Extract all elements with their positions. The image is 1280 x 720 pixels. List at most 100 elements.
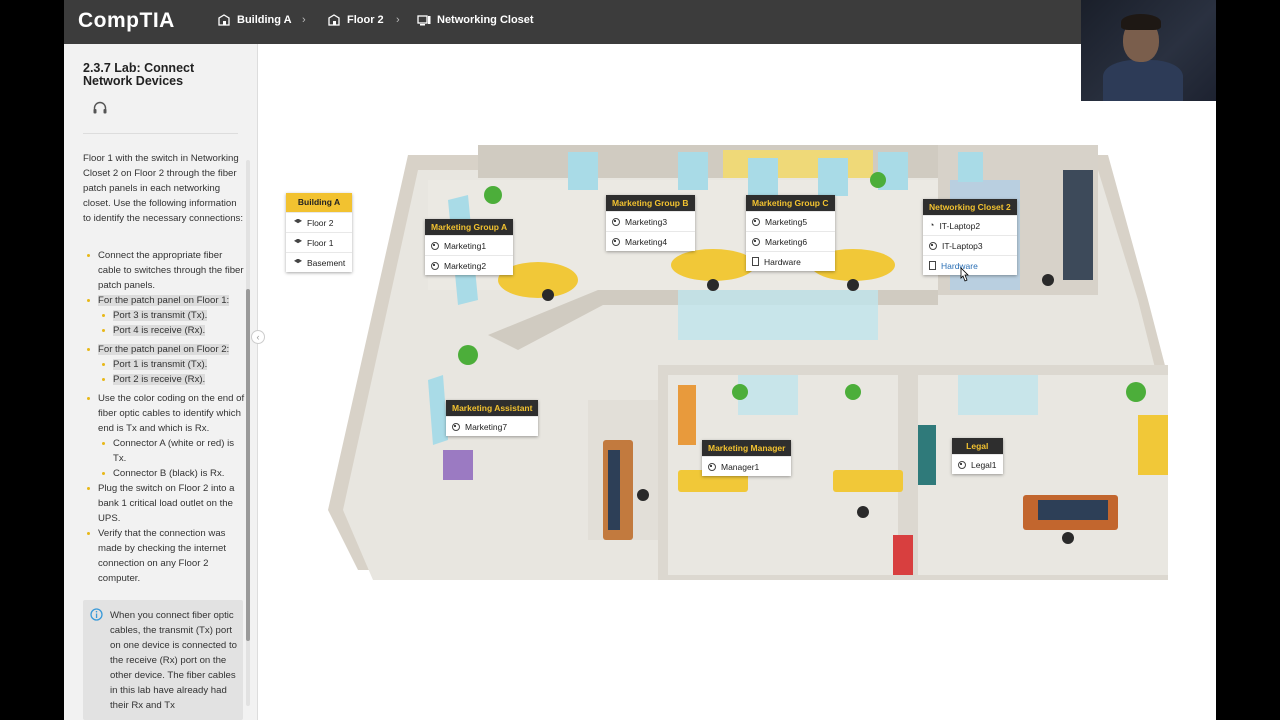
desk-top — [1038, 500, 1108, 520]
device-marketing1[interactable]: Marketing1 — [425, 235, 514, 255]
desk-panel — [608, 450, 620, 530]
computer-icon — [417, 14, 431, 25]
step-text: Port 3 is transmit (Tx). — [113, 310, 208, 321]
window — [748, 158, 778, 196]
floor-item-basement[interactable]: Basement — [286, 252, 352, 272]
list-item: Port 2 is receive (Rx). — [98, 372, 245, 387]
room-card-marketing-group-c: Marketing Group C Marketing5 Marketing6 … — [746, 195, 835, 271]
room-title: Marketing Manager — [702, 440, 792, 456]
computer-icon — [452, 422, 460, 431]
device-label: IT-Laptop3 — [942, 240, 983, 251]
device-label: Marketing4 — [625, 236, 668, 247]
floor-plan — [328, 145, 1168, 580]
device-label: Marketing5 — [765, 216, 808, 227]
plant-icon — [732, 384, 748, 400]
device-marketing7[interactable]: Marketing7 — [446, 416, 539, 436]
presenter-shirt — [1103, 60, 1183, 101]
info-icon — [90, 608, 103, 621]
step-text: Verify that the connection was made by c… — [98, 528, 226, 584]
device-marketing5[interactable]: Marketing5 — [746, 211, 835, 231]
shelf — [1138, 415, 1168, 475]
chair — [637, 489, 649, 501]
step-text: Plug the switch on Floor 2 into a bank 1… — [98, 483, 235, 524]
plant-icon — [1126, 382, 1146, 402]
breadcrumb-label: Floor 2 — [347, 14, 384, 26]
intro-paragraph: Floor 1 with the switch in Networking Cl… — [83, 153, 243, 224]
step-text: Connect the appropriate fiber cable to s… — [98, 250, 244, 291]
device-it-laptop3[interactable]: IT-Laptop3 — [923, 235, 1017, 255]
scrollbar-thumb[interactable] — [246, 289, 250, 641]
building-title: Building A — [286, 193, 352, 212]
breadcrumb-building-a[interactable]: Building A — [218, 14, 292, 26]
window — [958, 152, 983, 182]
list-item: Connect the appropriate fiber cable to s… — [83, 248, 245, 293]
room-card-legal: Legal Legal1 — [952, 438, 1003, 474]
room-title: Marketing Assistant — [446, 400, 539, 416]
sub-list: Port 1 is transmit (Tx). Port 2 is recei… — [98, 357, 245, 387]
list-item: For the patch panel on Floor 1: Port 3 i… — [83, 293, 245, 338]
floor-label: Basement — [307, 257, 346, 268]
list-item: Use the color coding on the end of fiber… — [83, 391, 245, 481]
device-label: Marketing1 — [444, 240, 487, 251]
sub-list: Port 3 is transmit (Tx). Port 4 is recei… — [98, 308, 245, 338]
lab-title: 2.3.7 Lab: Connect Network Devices — [83, 61, 195, 88]
chair — [542, 289, 554, 301]
window — [678, 152, 708, 190]
top-bar: CompTIA Building A › Floor 2 › Networkin… — [64, 0, 1216, 44]
collapse-panel-button[interactable]: ‹ — [251, 330, 265, 344]
layers-icon — [294, 218, 302, 224]
step-text: Connector A (white or red) is Tx. — [113, 438, 235, 464]
desk-cluster — [671, 249, 755, 281]
device-marketing6[interactable]: Marketing6 — [746, 231, 835, 251]
device-marketing2[interactable]: Marketing2 — [425, 255, 514, 275]
note-text: When you connect fiber optic cables, the… — [110, 610, 237, 711]
device-label: Marketing6 — [765, 236, 808, 247]
chair — [1062, 532, 1074, 544]
breadcrumb-networking-closet[interactable]: Networking Closet — [417, 14, 534, 26]
building-floor-menu: Building A Floor 2 Floor 1 Basement — [286, 193, 352, 272]
device-legal1[interactable]: Legal1 — [952, 454, 1003, 474]
yellow-wall — [723, 150, 873, 178]
floor-item-floor-1[interactable]: Floor 1 — [286, 232, 352, 252]
room-card-networking-closet-2: Networking Closet 2 ◔ IT-Laptop2 IT-Lapto… — [923, 199, 1017, 275]
computer-icon — [612, 237, 620, 246]
comptia-logo: CompTIA — [78, 9, 175, 32]
device-marketing3[interactable]: Marketing3 — [606, 211, 695, 231]
step-text: Connector B (black) is Rx. — [113, 468, 225, 479]
mouse-pointer-icon — [960, 267, 969, 282]
chair — [707, 279, 719, 291]
list-item: Connector A (white or red) is Tx. — [98, 436, 245, 466]
headphones-icon[interactable] — [92, 100, 108, 120]
glass-door — [958, 375, 1038, 415]
device-it-laptop2[interactable]: ◔ IT-Laptop2 — [923, 215, 1017, 235]
computer-icon — [752, 237, 760, 246]
room-card-marketing-assistant: Marketing Assistant Marketing7 — [446, 400, 539, 436]
device-manager1[interactable]: Manager1 — [702, 456, 792, 476]
device-label: IT-Laptop2 — [939, 220, 981, 231]
device-hardware[interactable]: Hardware — [746, 251, 835, 271]
server-rack — [1063, 170, 1093, 280]
desk — [833, 470, 903, 492]
device-label: Hardware — [764, 256, 801, 267]
divider — [83, 133, 238, 134]
step-text: Port 2 is receive (Rx). — [113, 374, 206, 385]
floor-item-floor-2[interactable]: Floor 2 — [286, 212, 352, 232]
breadcrumb-floor-2[interactable]: Floor 2 — [328, 14, 384, 26]
computer-icon — [708, 462, 716, 471]
step-text: Port 4 is receive (Rx). — [113, 325, 206, 336]
shelf — [678, 385, 696, 445]
computer-icon — [752, 217, 760, 226]
chair — [857, 506, 869, 518]
building-icon — [328, 14, 340, 26]
instructions-text: Floor 1 with the switch in Networking Cl… — [83, 151, 245, 586]
step-text: For the patch panel on Floor 2: — [98, 344, 230, 355]
device-marketing4[interactable]: Marketing4 — [606, 231, 695, 251]
list-item: Port 1 is transmit (Tx). — [98, 357, 245, 372]
plant-icon — [458, 345, 478, 365]
breadcrumb-label: Networking Closet — [437, 14, 534, 26]
chair — [847, 279, 859, 291]
plant-icon — [870, 172, 886, 188]
plant-icon — [484, 186, 502, 204]
room-title: Marketing Group B — [606, 195, 695, 211]
list-item: Port 3 is transmit (Tx). — [98, 308, 245, 323]
